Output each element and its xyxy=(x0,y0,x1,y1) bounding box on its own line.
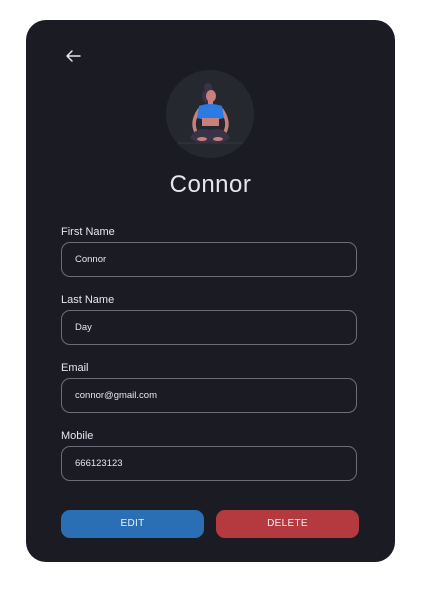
email-value: connor@gmail.com xyxy=(75,390,157,401)
profile-name: Connor xyxy=(169,171,252,198)
profile-card: Connor First Name Connor Last Name Day E… xyxy=(26,20,395,562)
arrow-left-icon xyxy=(66,50,81,62)
delete-button[interactable]: DELETE xyxy=(216,510,359,538)
back-button[interactable] xyxy=(64,46,86,66)
email-field[interactable]: connor@gmail.com xyxy=(61,378,357,413)
last-name-value: Day xyxy=(75,322,92,333)
mobile-field[interactable]: 666123123 xyxy=(61,446,357,481)
edit-button[interactable]: EDIT xyxy=(61,510,204,538)
last-name-field[interactable]: Day xyxy=(61,310,357,345)
email-label: Email xyxy=(61,362,89,374)
mobile-value: 666123123 xyxy=(75,458,123,469)
first-name-label: First Name xyxy=(61,226,115,238)
last-name-label: Last Name xyxy=(61,294,115,306)
mobile-label: Mobile xyxy=(61,430,94,442)
first-name-value: Connor xyxy=(75,254,107,265)
meditating-person-illustration xyxy=(178,83,254,144)
first-name-field[interactable]: Connor xyxy=(61,242,357,277)
avatar xyxy=(166,70,254,158)
